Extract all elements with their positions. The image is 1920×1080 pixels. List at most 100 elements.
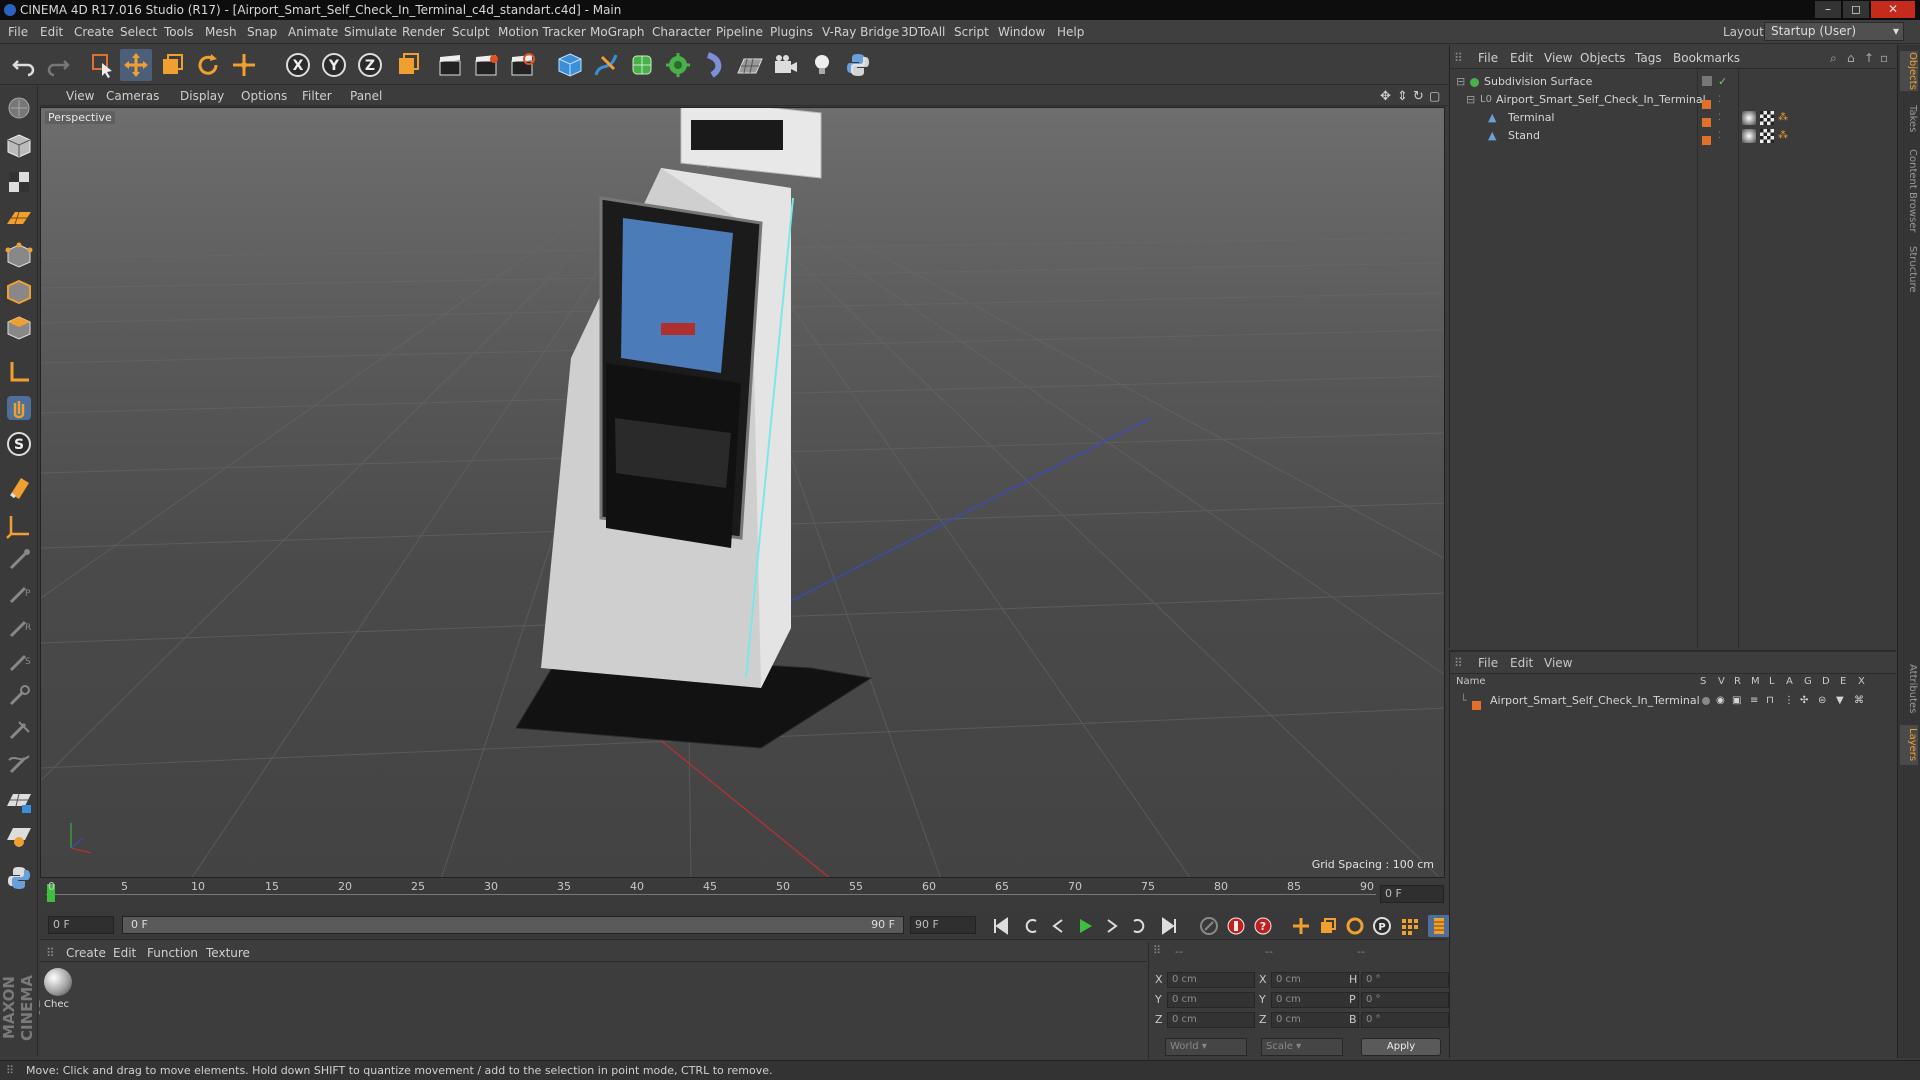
edges-mode-button[interactable] (3, 276, 35, 308)
next-frame-button[interactable] (1101, 915, 1123, 937)
layer-menu-view[interactable]: View (1544, 656, 1572, 670)
material-tag-icon[interactable] (1742, 111, 1756, 125)
render-toggle-icon[interactable]: ▣ (1732, 692, 1741, 710)
texture-mode-button[interactable] (3, 166, 35, 198)
key-rotation-button[interactable] (1344, 915, 1366, 937)
view-toggle-eye-icon[interactable]: ◉ (1716, 692, 1725, 710)
cube-button[interactable] (554, 49, 586, 81)
viewport-maximize-icon[interactable]: ▢ (1429, 89, 1440, 103)
timeline-toggle-button[interactable] (1428, 915, 1450, 937)
viewport-move-icon[interactable]: ✥ (1380, 89, 1391, 104)
render-settings-button[interactable] (506, 49, 538, 81)
menu-file[interactable]: File (8, 25, 28, 39)
go-to-end-button[interactable] (1158, 915, 1180, 937)
tab-takes[interactable]: Takes (1900, 101, 1918, 137)
viewport-rotate-icon[interactable]: ↻ (1413, 89, 1424, 104)
object-menu-edit[interactable]: Edit (1510, 51, 1533, 65)
coordinate-system-button[interactable] (392, 49, 424, 81)
object-menu-tags[interactable]: Tags (1635, 51, 1662, 65)
selection-tag-icon[interactable]: ⁂ (1778, 127, 1788, 145)
current-frame-field[interactable]: 0 F (1380, 885, 1444, 903)
layer-color-swatch[interactable] (1472, 696, 1481, 714)
menu-simulate[interactable]: Simulate (344, 25, 397, 39)
layout-select[interactable]: Startup (User) ▾ (1764, 22, 1904, 41)
sculpt-tool-4-button[interactable]: S (3, 646, 35, 678)
panel-grip-icon[interactable]: ⠿ (1153, 944, 1161, 957)
menu-character[interactable]: Character (652, 25, 711, 39)
end-frame-field[interactable]: 90 F (910, 916, 976, 934)
key-scale-button[interactable] (1317, 915, 1339, 937)
python-button[interactable] (842, 49, 874, 81)
go-to-start-button[interactable] (990, 915, 1012, 937)
key-pla-button[interactable] (1398, 915, 1420, 937)
points-mode-button[interactable] (3, 240, 35, 272)
light-button[interactable] (806, 49, 838, 81)
x-axis-button[interactable]: X (282, 49, 314, 81)
home-icon[interactable]: ⌂ (1847, 51, 1855, 65)
menu-motion-tracker[interactable]: Motion Tracker (498, 25, 586, 39)
menu-select[interactable]: Select (120, 25, 157, 39)
menu-3dtoall[interactable]: 3DToAll (901, 25, 945, 39)
new-view-icon[interactable]: ▫ (1880, 51, 1888, 65)
layer-menu-edit[interactable]: Edit (1510, 656, 1533, 670)
sculpt-tool-2-button[interactable]: P (3, 578, 35, 610)
tab-content-browser[interactable]: Content Browser (1900, 145, 1918, 237)
visibility-dots-icon[interactable]: ⁚ (1718, 127, 1721, 145)
tab-objects[interactable]: Objects (1900, 51, 1918, 91)
xref-toggle-icon[interactable]: ⌘ (1854, 692, 1864, 710)
panel-grip-icon[interactable]: ⠿ (1454, 51, 1463, 65)
menu-sculpt[interactable]: Sculpt (452, 25, 489, 39)
object-row-terminal[interactable]: ▲ Terminal ⁚ ⁂ (1450, 109, 1896, 127)
key-parameter-button[interactable]: P (1371, 915, 1393, 937)
start-frame-field[interactable]: 0 F (48, 916, 114, 934)
search-icon[interactable]: ⌕ (1830, 51, 1837, 66)
collapse-icon[interactable]: ⊟ (1466, 91, 1475, 109)
visibility-dots-icon[interactable]: ⁚ (1718, 109, 1721, 127)
cloner-button[interactable] (662, 49, 694, 81)
selection-tag-icon[interactable]: ⁂ (1778, 109, 1788, 127)
timeline-ruler[interactable]: 0 5 10 15 20 25 30 35 40 45 50 55 60 65 … (40, 880, 1447, 910)
visibility-dots-icon[interactable]: ⁚ (1718, 91, 1721, 109)
menu-script[interactable]: Script (954, 25, 989, 39)
deformer-toggle-icon[interactable]: ⊜ (1818, 692, 1826, 710)
collapse-icon[interactable]: ⊟ (1456, 73, 1465, 91)
layer-color-box[interactable] (1702, 76, 1712, 86)
menu-window[interactable]: Window (998, 25, 1045, 39)
tab-attributes[interactable]: Attributes (1900, 659, 1918, 719)
expression-toggle-icon[interactable]: ▼ (1836, 692, 1844, 710)
rotation-p-field[interactable]: 0 ° (1361, 992, 1449, 1008)
rotate-tool-button[interactable] (192, 49, 224, 81)
sculpt-tool-5-button[interactable] (3, 680, 35, 712)
snap-button[interactable]: S (3, 428, 35, 460)
material-swatch[interactable]: Chec (42, 966, 74, 1012)
record-button[interactable] (1225, 915, 1247, 937)
record-keys-button[interactable] (1198, 915, 1220, 937)
menu-plugins[interactable]: Plugins (770, 25, 813, 39)
coordinate-type-select[interactable]: Scale ▾ (1261, 1038, 1343, 1056)
subdivision-surface-button[interactable] (626, 49, 658, 81)
material-menu-texture[interactable]: Texture (206, 946, 250, 960)
menu-help[interactable]: Help (1057, 25, 1084, 39)
viewport-menu-panel[interactable]: Panel (350, 89, 382, 103)
layer-color-swatch[interactable] (1702, 131, 1711, 149)
menu-edit[interactable]: Edit (40, 25, 63, 39)
sculpt-tool-1-button[interactable] (3, 544, 35, 576)
paint-tool-button[interactable] (3, 820, 35, 852)
make-editable-button[interactable] (3, 92, 35, 124)
previous-frame-button[interactable] (1047, 915, 1069, 937)
menu-animate[interactable]: Animate (288, 25, 338, 39)
object-row-stand[interactable]: ▲ Stand ⁚ ⁂ (1450, 127, 1896, 145)
object-menu-file[interactable]: File (1478, 51, 1498, 65)
menu-mograph[interactable]: MoGraph (590, 25, 645, 39)
material-menu-function[interactable]: Function (147, 946, 198, 960)
uvw-tag-icon[interactable] (1760, 111, 1774, 125)
perspective-viewport[interactable]: Perspective Grid Spacing : 100 cm (40, 107, 1445, 878)
viewport-menu-display[interactable]: Display (180, 89, 224, 103)
viewport-menu-options[interactable]: Options (241, 89, 287, 103)
rotation-b-field[interactable]: 0 ° (1361, 1012, 1449, 1028)
menu-tools[interactable]: Tools (164, 25, 194, 39)
workplane-mode-button[interactable] (3, 202, 35, 234)
generator-toggle-icon[interactable]: ✣ (1800, 692, 1808, 710)
uvw-tag-icon[interactable] (1760, 129, 1774, 143)
live-selection-button[interactable] (86, 49, 118, 81)
